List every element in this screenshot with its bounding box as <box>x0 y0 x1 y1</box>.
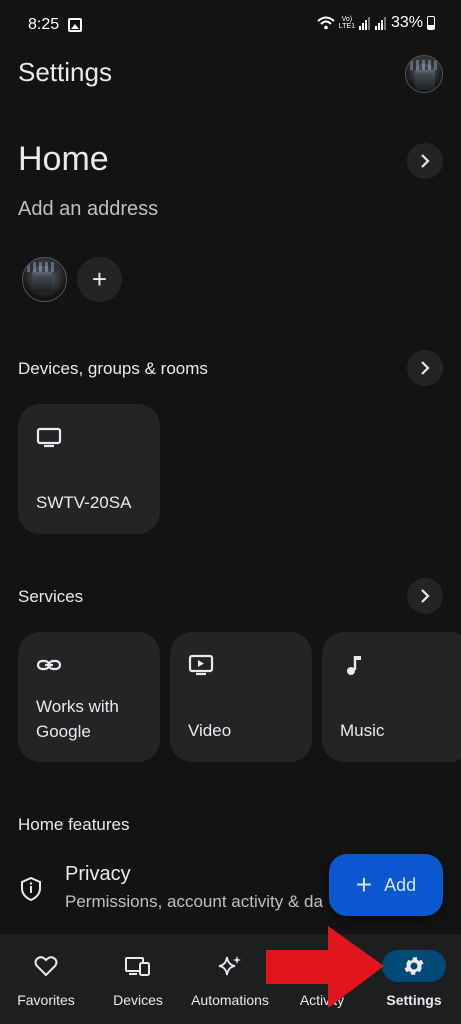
nav-favorites[interactable]: Favorites <box>0 934 92 1024</box>
nav-label: Devices <box>113 992 163 1008</box>
video-icon <box>188 654 214 676</box>
devices-icon <box>106 950 170 982</box>
device-label: SWTV-20SA <box>36 493 132 512</box>
privacy-title: Privacy <box>65 863 131 885</box>
service-label: Video <box>188 721 232 740</box>
nav-label: Favorites <box>17 992 75 1008</box>
add-address-link[interactable]: Add an address <box>18 198 158 221</box>
service-label: Music <box>340 721 385 740</box>
signal-icon-1 <box>358 17 370 30</box>
services-chevron-button[interactable] <box>407 578 443 614</box>
devices-chevron-button[interactable] <box>407 350 443 386</box>
service-card-works-with-google[interactable]: Works with Google <box>18 632 160 762</box>
home-chevron-button[interactable] <box>407 143 443 179</box>
wifi-icon <box>317 16 335 30</box>
network-type: Vo) LTE1 <box>339 16 355 30</box>
shield-icon <box>21 876 41 902</box>
nav-devices[interactable]: Devices <box>92 934 184 1024</box>
chevron-right-icon <box>421 589 430 603</box>
privacy-subtitle: Permissions, account activity & da <box>65 892 323 911</box>
services-section-title: Services <box>18 587 84 606</box>
service-card-music[interactable]: Music <box>322 632 461 762</box>
account-avatar[interactable] <box>405 55 443 93</box>
status-time: 8:25 <box>28 16 60 33</box>
page-title: Settings <box>18 57 112 87</box>
lte-label: LTE1 <box>338 23 355 30</box>
sparkle-icon <box>198 950 262 982</box>
annotation-arrow-icon <box>266 926 384 1008</box>
nav-label: Automations <box>191 992 269 1008</box>
home-member-avatar[interactable] <box>22 257 67 302</box>
devices-section-title: Devices, groups & rooms <box>18 359 208 378</box>
service-card-video[interactable]: Video <box>170 632 312 762</box>
link-icon <box>36 659 62 671</box>
tv-icon <box>36 427 62 448</box>
battery-icon <box>427 16 435 30</box>
volte-label: Vo) <box>341 16 353 23</box>
home-title: Home <box>18 140 109 178</box>
status-bar: 8:25 Vo) LTE1 33% <box>0 0 461 50</box>
chevron-right-icon <box>421 154 430 168</box>
add-member-button[interactable]: + <box>77 257 122 302</box>
gear-icon <box>382 950 446 982</box>
add-fab-label: Add <box>384 874 417 895</box>
battery-percent: 33% <box>390 14 423 31</box>
nav-automations[interactable]: Automations <box>184 934 276 1024</box>
plus-icon: + <box>91 264 108 294</box>
chevron-right-icon <box>421 361 430 375</box>
heart-icon <box>14 950 78 982</box>
device-card-tv[interactable]: SWTV-20SA <box>18 404 160 534</box>
bottom-navigation: Favorites Devices Automations Activity S… <box>0 934 461 1024</box>
gallery-notification-icon <box>68 18 82 32</box>
plus-icon: + <box>355 869 373 900</box>
signal-icon-2 <box>374 17 386 30</box>
add-fab-button[interactable]: + Add <box>329 854 443 916</box>
home-features-section-title: Home features <box>18 815 130 834</box>
service-label: Works with Google <box>36 697 119 741</box>
music-note-icon <box>347 656 361 675</box>
status-indicators: Vo) LTE1 33% <box>317 14 435 32</box>
